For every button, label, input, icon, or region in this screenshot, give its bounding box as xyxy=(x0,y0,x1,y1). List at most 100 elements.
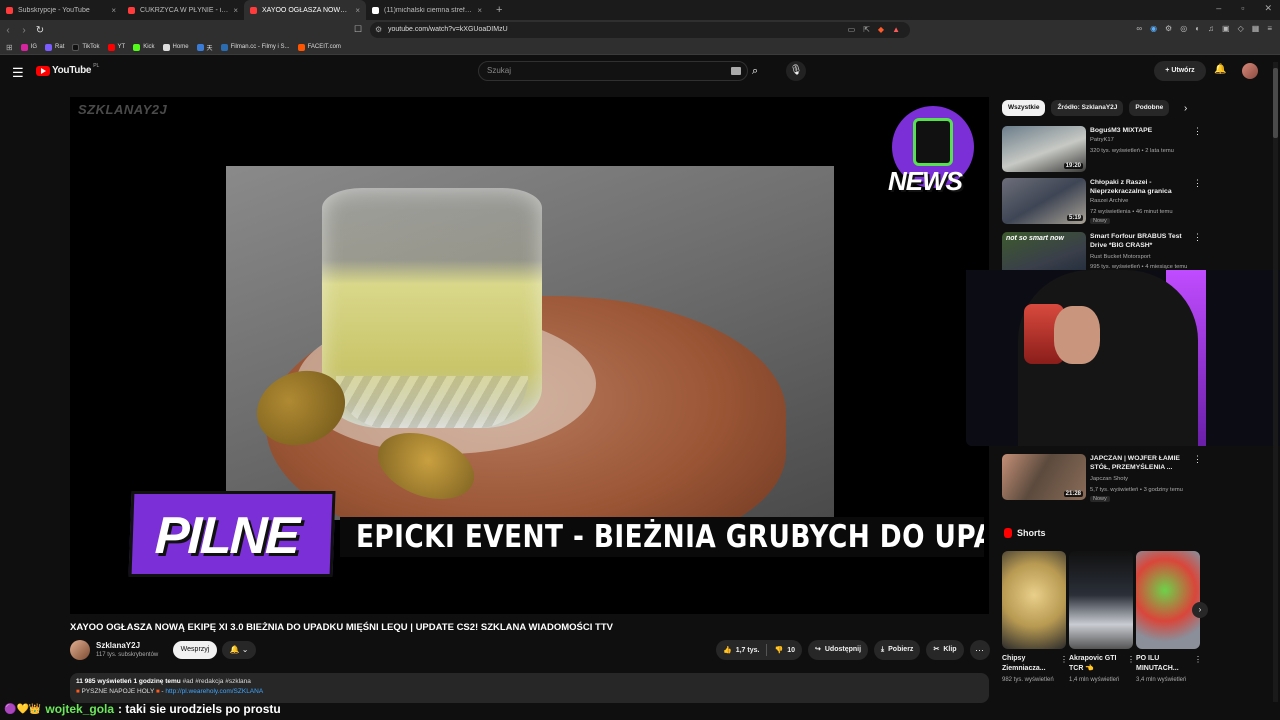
reload-icon[interactable]: ↻ xyxy=(32,25,48,36)
short-item[interactable]: Chipsy Ziemniacza... 982 tys. wyświetleń… xyxy=(1002,551,1068,684)
channel-name[interactable]: PatryK17 xyxy=(1090,137,1114,143)
account-avatar[interactable] xyxy=(1242,63,1258,79)
extension-icon[interactable]: ∞ xyxy=(1136,24,1142,33)
more-options-icon[interactable]: ⋮ xyxy=(1193,232,1202,243)
video-title[interactable]: JAPCZAN | WOJFER ŁAMIE STÓŁ, PRZEMYŚLENI… xyxy=(1090,454,1190,472)
apps-grid-icon[interactable]: ⊞ xyxy=(6,43,13,52)
microphone-icon[interactable]: 🎙 xyxy=(786,61,806,81)
forward-icon[interactable]: › xyxy=(16,25,32,36)
video-player[interactable]: SZKLANAY2J NEWS PILNE EPICKI EVENT - BIE… xyxy=(70,97,989,614)
description-link[interactable]: http://pl.weareholy.com/SZKLANA xyxy=(165,688,263,695)
hamburger-menu-icon[interactable]: ☰ xyxy=(12,65,24,81)
more-options-icon[interactable]: ⋮ xyxy=(1060,655,1068,664)
keyboard-icon[interactable] xyxy=(731,67,741,75)
create-button[interactable]: + Utwórz xyxy=(1154,61,1206,81)
brave-shield-icon[interactable]: ◆ xyxy=(878,22,884,38)
youtube-logo[interactable]: YouTube PL xyxy=(36,63,99,76)
video-description[interactable]: 11 985 wyświetleń 1 godzinę temu #ad #re… xyxy=(70,673,989,703)
subscription-bell-button[interactable]: 🔔 ⌄ xyxy=(222,641,256,659)
channel-name[interactable]: Raszei Archive xyxy=(1090,198,1128,204)
search-icon[interactable]: ⌕ xyxy=(752,65,758,78)
share-icon[interactable]: ⇱ xyxy=(863,22,870,38)
close-window-icon[interactable]: ✕ xyxy=(1264,3,1272,14)
clip-button[interactable]: ✂ Klip xyxy=(926,640,964,660)
like-button[interactable]: 👍 1,7 tys. xyxy=(716,646,766,655)
search-input[interactable]: Szukaj xyxy=(478,61,748,81)
menu-icon[interactable]: ≡ xyxy=(1267,24,1272,33)
bookmark-star-icon[interactable]: ☐ xyxy=(354,24,362,35)
chip-all[interactable]: Wszystkie xyxy=(1002,100,1046,116)
close-tab-icon[interactable]: × xyxy=(233,6,238,15)
support-button[interactable]: Wesprzyj xyxy=(173,641,217,659)
sidebar-icon[interactable]: ▣ xyxy=(1222,24,1230,33)
close-tab-icon[interactable]: × xyxy=(477,6,482,15)
browser-tab-active[interactable]: XAYOO OGŁASZA NOWĄ EKI... × xyxy=(244,0,366,20)
channel-name[interactable]: SzklanaY2J xyxy=(96,641,140,650)
browser-tab[interactable]: CUKRZYCA W PŁYNIE - ile kalorii ku... × xyxy=(122,0,244,20)
bookmark-rat[interactable]: Rat xyxy=(45,43,64,51)
short-title[interactable]: PO ILU MINUTACH... xyxy=(1136,654,1190,674)
site-info-icon[interactable]: ⚙ xyxy=(375,22,382,38)
music-icon[interactable]: ♫ xyxy=(1208,24,1214,33)
chips-next-icon[interactable]: › xyxy=(1184,103,1187,114)
address-bar[interactable]: ⚙ youtube.com/watch?v=kXGUoaDIMzU ▭ ⇱ ◆ … xyxy=(370,22,910,38)
short-thumbnail[interactable] xyxy=(1136,551,1200,649)
extension-icon[interactable]: ◉ xyxy=(1150,24,1157,33)
recommended-video[interactable]: 21:28 JAPCZAN | WOJFER ŁAMIE STÓŁ, PRZEM… xyxy=(1002,454,1202,502)
browser-tab[interactable]: (11)michalski ciemna strefa (@micha... × xyxy=(366,0,488,20)
short-title[interactable]: Chipsy Ziemniacza... xyxy=(1002,654,1056,674)
more-actions-icon[interactable]: ⋯ xyxy=(969,640,990,660)
bookmark-filman[interactable]: Filman.cc - Filmy i S... xyxy=(220,43,290,51)
pip-icon[interactable]: ▭ xyxy=(848,22,856,38)
recommended-video[interactable]: 5:19 Chłopaki z Raszei - Nieprzekraczaln… xyxy=(1002,178,1202,226)
recommended-video[interactable]: 19:20 BoguśM3 MIXTAPE PatryK17 320 tys. … xyxy=(1002,126,1202,174)
hashtags[interactable]: #ad #redakcja #szklana xyxy=(181,678,251,685)
share-button[interactable]: ↪ Udostępnij xyxy=(807,640,869,660)
bookmark-kick[interactable]: Kick xyxy=(133,43,155,51)
shorts-next-icon[interactable]: › xyxy=(1192,602,1208,618)
bookmark-tiktok[interactable]: TikTok xyxy=(72,43,100,51)
more-options-icon[interactable]: ⋮ xyxy=(1127,655,1135,664)
new-tab-button[interactable]: + xyxy=(488,4,510,16)
channel-avatar[interactable] xyxy=(70,640,90,660)
scrollbar-thumb[interactable] xyxy=(1273,68,1278,138)
video-thumbnail[interactable]: 19:20 xyxy=(1002,126,1086,172)
video-thumbnail[interactable]: 21:28 xyxy=(1002,454,1086,500)
wallet-icon[interactable]: ▦ xyxy=(1252,24,1260,33)
extension-icon[interactable]: ◎ xyxy=(1180,24,1187,33)
download-button[interactable]: ⤓ Pobierz xyxy=(874,640,921,660)
bookmark-tian[interactable]: 天 xyxy=(196,43,213,52)
channel-name[interactable]: Rust Bucket Motorsport xyxy=(1090,254,1151,260)
back-icon[interactable]: ‹ xyxy=(0,25,16,36)
more-options-icon[interactable]: ⋮ xyxy=(1193,126,1202,137)
dislike-button[interactable]: 👎 10 xyxy=(767,646,802,655)
page-scrollbar[interactable] xyxy=(1273,62,1278,702)
close-tab-icon[interactable]: × xyxy=(111,6,116,15)
channel-name[interactable]: Japczan Shoty xyxy=(1090,476,1128,482)
bookmark-ig[interactable]: IG xyxy=(20,43,37,51)
extension-icon[interactable]: ⚙ xyxy=(1165,24,1172,33)
more-options-icon[interactable]: ⋮ xyxy=(1194,655,1202,664)
more-options-icon[interactable]: ⋮ xyxy=(1193,454,1202,465)
bookmark-faceit[interactable]: FACEIT.com xyxy=(297,43,341,51)
chip-similar[interactable]: Podobne xyxy=(1129,100,1170,116)
extension-icon[interactable]: ◐ xyxy=(1195,24,1200,33)
video-title[interactable]: Chłopaki z Raszei - Nieprzekraczalna gra… xyxy=(1090,178,1190,196)
video-thumbnail[interactable]: 5:19 xyxy=(1002,178,1086,224)
notifications-bell-icon[interactable]: 🔔 xyxy=(1214,64,1226,75)
more-options-icon[interactable]: ⋮ xyxy=(1193,178,1202,189)
video-title[interactable]: Smart Forfour BRABUS Test Drive *BIG CRA… xyxy=(1090,232,1190,250)
bookmark-yt[interactable]: YT xyxy=(107,43,125,51)
browser-tab[interactable]: Subskrypcje - YouTube × xyxy=(0,0,122,20)
bookmark-home[interactable]: Home xyxy=(162,43,189,51)
vpn-icon[interactable]: ◇ xyxy=(1238,24,1244,33)
short-item[interactable]: PO ILU MINUTACH... 3,4 mln wyświetleń ⋮ xyxy=(1136,551,1202,684)
rewards-icon[interactable]: ▲ xyxy=(892,22,900,38)
chip-source[interactable]: Źródło: SzklanaY2J xyxy=(1051,100,1124,116)
short-thumbnail[interactable] xyxy=(1002,551,1066,649)
short-item[interactable]: Akrapovic GTI TCR 👈 1,4 mln wyświetleń ⋮ xyxy=(1069,551,1135,684)
minimize-icon[interactable]: – xyxy=(1216,3,1221,14)
maximize-icon[interactable]: ▫ xyxy=(1241,3,1244,14)
short-title[interactable]: Akrapovic GTI TCR 👈 xyxy=(1069,654,1123,674)
close-tab-icon[interactable]: × xyxy=(355,6,360,15)
